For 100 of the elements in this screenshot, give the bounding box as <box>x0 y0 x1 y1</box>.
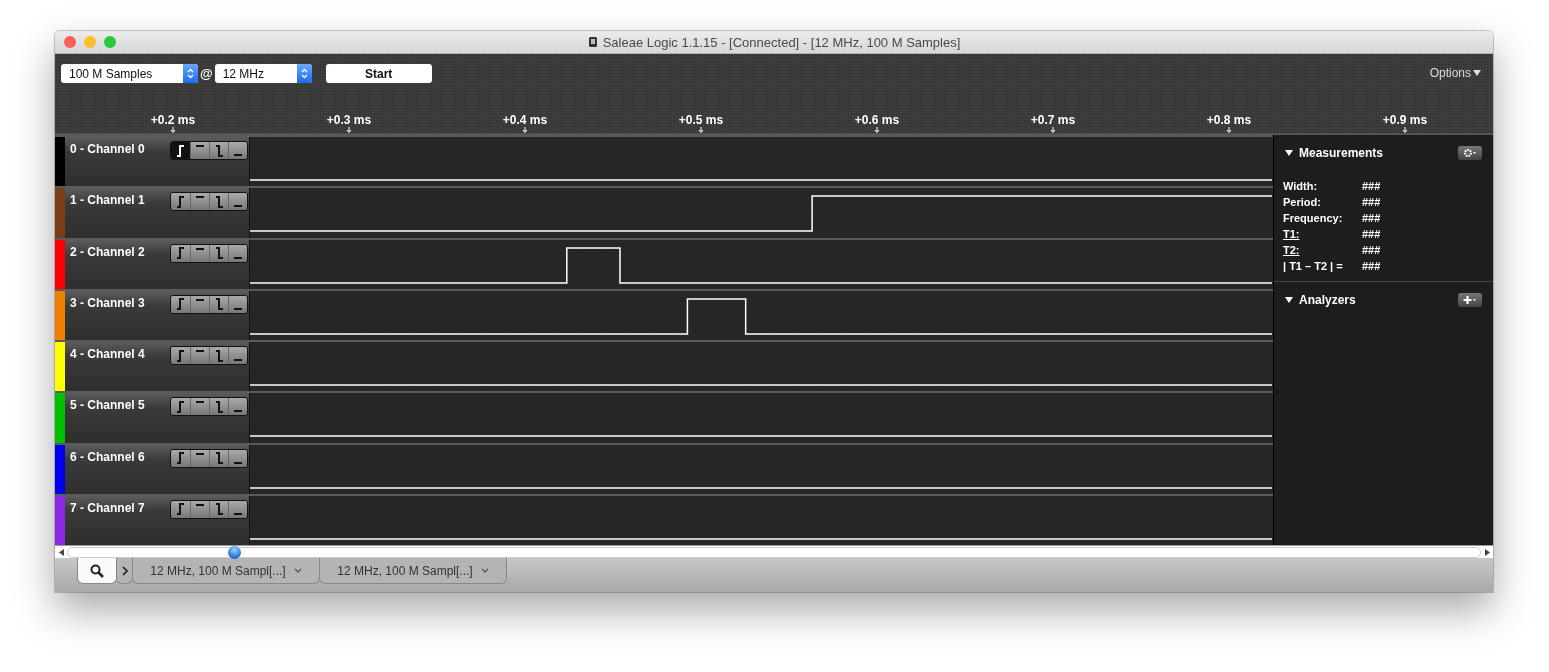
trigger-button[interactable] <box>171 244 190 262</box>
trigger-button[interactable] <box>190 295 209 313</box>
sample-rate-dropdown[interactable]: 12 MHz <box>214 64 312 83</box>
tick-arrow-icon <box>698 127 704 133</box>
samples-dropdown[interactable]: 100 M Samples <box>61 64 198 83</box>
trigger-button[interactable] <box>228 193 247 211</box>
scrollbar-thumb[interactable] <box>228 545 241 559</box>
trigger-button[interactable] <box>209 347 228 364</box>
horizontal-scrollbar[interactable] <box>55 545 1493 558</box>
rising-edge-icon <box>176 400 185 413</box>
trigger-button[interactable] <box>171 398 190 416</box>
session-tab[interactable]: 12 MHz, 100 M Sampl[...] <box>132 558 320 584</box>
trigger-button[interactable] <box>209 449 228 467</box>
time-label: +0.4 ms <box>502 113 548 127</box>
disclosure-triangle-icon[interactable] <box>1285 150 1293 156</box>
channel-name: 1 - Channel 1 <box>70 193 146 208</box>
measurement-label: T1: <box>1283 227 1301 241</box>
low-edge-icon <box>233 256 243 259</box>
trigger-button[interactable] <box>209 295 228 313</box>
app-icon <box>587 36 598 48</box>
trigger-button[interactable] <box>171 142 190 159</box>
low-edge-icon <box>233 410 243 413</box>
trigger-button[interactable] <box>209 244 228 262</box>
channel-name: 2 - Channel 2 <box>70 244 146 259</box>
scroll-right-icon[interactable] <box>1484 548 1490 556</box>
trigger-button[interactable] <box>228 500 247 518</box>
trigger-button[interactable] <box>171 347 190 364</box>
measurement-label: Width: <box>1283 179 1319 193</box>
trigger-button[interactable] <box>228 142 247 159</box>
trigger-button[interactable] <box>228 347 247 364</box>
measurement-value: ### <box>1362 211 1382 225</box>
scroll-left-icon[interactable] <box>58 548 64 556</box>
measurement-label: T2: <box>1283 243 1301 257</box>
session-tab[interactable]: 12 MHz, 100 M Sampl[...] <box>319 558 507 584</box>
trigger-button[interactable] <box>190 347 209 364</box>
settings-button[interactable] <box>1458 146 1482 160</box>
time-label: +0.6 ms <box>854 113 900 127</box>
low-edge-icon <box>233 512 243 515</box>
tick-arrow-icon <box>346 127 352 133</box>
high-edge-icon <box>195 350 205 352</box>
add-button[interactable] <box>1458 293 1482 307</box>
high-edge-icon <box>195 247 205 250</box>
measurement-label: | T1 – T2 | = <box>1283 259 1344 273</box>
high-edge-icon <box>195 145 205 147</box>
rising-edge-icon <box>176 349 185 362</box>
trigger-button[interactable] <box>171 500 190 518</box>
trigger-button[interactable] <box>228 244 247 262</box>
trigger-button[interactable] <box>190 398 209 416</box>
disclosure-triangle-icon[interactable] <box>1285 297 1293 303</box>
trigger-button[interactable] <box>190 142 209 159</box>
trigger-button[interactable] <box>190 449 209 467</box>
trigger-button[interactable] <box>209 193 228 211</box>
high-edge-icon <box>195 298 205 301</box>
trigger-button[interactable] <box>228 398 247 416</box>
search-icon <box>90 563 104 578</box>
falling-edge-icon <box>214 195 224 208</box>
falling-edge-icon <box>214 349 224 362</box>
chevron-right-icon <box>121 565 128 576</box>
options-menu[interactable]: Options <box>1429 66 1481 80</box>
trigger-button[interactable] <box>228 449 247 467</box>
time-label: +0.8 ms <box>1206 113 1252 127</box>
stepper-icon <box>187 68 194 79</box>
rising-edge-icon <box>176 298 185 311</box>
trigger-button[interactable] <box>209 500 228 518</box>
trigger-button[interactable] <box>190 500 209 518</box>
plus-icon <box>1463 295 1477 305</box>
time-label: +0.2 ms <box>150 113 196 127</box>
trigger-button[interactable] <box>228 295 247 313</box>
tick-arrow-icon <box>170 127 176 133</box>
tick-arrow-icon <box>1226 127 1232 133</box>
falling-edge-icon <box>214 298 224 311</box>
channel-name: 0 - Channel 0 <box>70 142 146 156</box>
trigger-button[interactable] <box>209 142 228 159</box>
tick-arrow-icon <box>1402 127 1408 133</box>
trigger-button[interactable] <box>171 193 190 211</box>
trigger-button[interactable] <box>171 295 190 313</box>
measurement-value: ### <box>1362 243 1382 257</box>
falling-edge-icon <box>214 144 224 157</box>
low-edge-icon <box>233 205 243 208</box>
high-edge-icon <box>195 196 205 199</box>
stepper-icon <box>300 68 308 79</box>
tick-arrow-icon <box>522 127 528 133</box>
channel-name: 6 - Channel 6 <box>70 449 146 464</box>
channel-name: 3 - Channel 3 <box>70 295 146 310</box>
trigger-button[interactable] <box>190 193 209 211</box>
low-edge-icon <box>233 359 243 361</box>
start-button[interactable]: Start <box>325 64 432 83</box>
falling-edge-icon <box>214 452 224 464</box>
high-edge-icon <box>195 452 205 455</box>
section-title: Measurements <box>1299 146 1385 160</box>
search-tab[interactable] <box>77 558 117 584</box>
trigger-button[interactable] <box>209 398 228 416</box>
trigger-button[interactable] <box>171 449 190 467</box>
channel-name: 4 - Channel 4 <box>70 347 146 361</box>
trigger-button[interactable] <box>190 244 209 262</box>
expand-tab[interactable] <box>116 558 133 584</box>
rising-edge-icon <box>176 503 185 516</box>
dropdown-triangle-icon <box>1473 70 1481 76</box>
high-edge-icon <box>195 503 205 506</box>
time-label: +0.5 ms <box>678 113 724 127</box>
